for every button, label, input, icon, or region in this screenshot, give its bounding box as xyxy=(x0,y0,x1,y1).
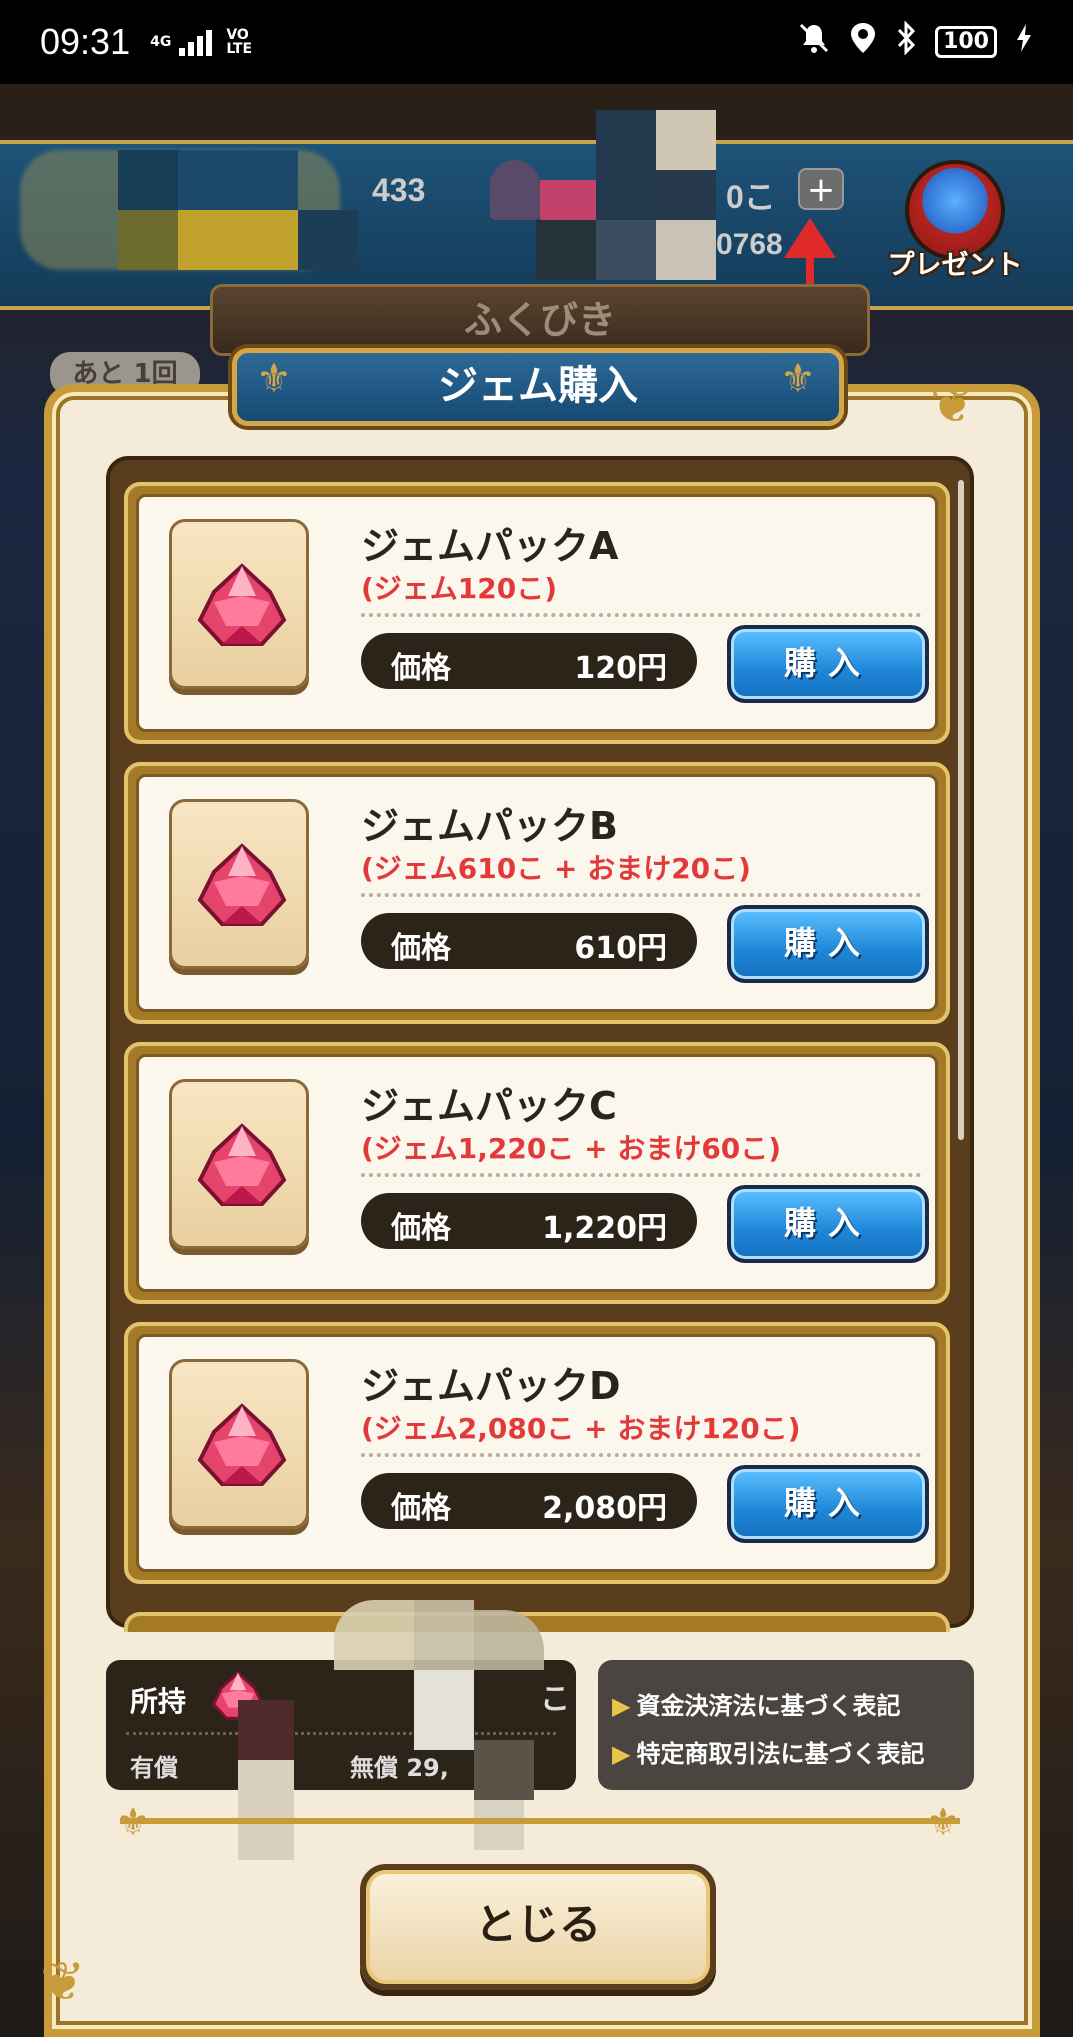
volte-indicator: VO LTE xyxy=(226,27,253,57)
payment-services-act-link[interactable]: ▶ 資金決済法に基づく表記 xyxy=(612,1686,900,1721)
signal-icon xyxy=(179,28,213,56)
mosaic-block xyxy=(656,220,716,280)
price-value: 120円 xyxy=(574,651,667,686)
network-indicator: 4G VO LTE xyxy=(150,28,252,56)
pack-contents: (ジェム120こ) xyxy=(361,572,558,605)
topbar-value-left: 433 xyxy=(372,172,426,208)
mosaic-block xyxy=(414,1600,474,1670)
list-item: ジェムパックB (ジェム610こ + おまけ20こ) 価格 610円 購入 xyxy=(124,762,950,1024)
mosaic-block xyxy=(596,220,656,280)
pack-contents: (ジェム610こ + おまけ20こ) xyxy=(361,852,751,885)
mosaic-block xyxy=(656,170,716,220)
price-display: 価格 610円 xyxy=(361,913,697,969)
gem-pack-image xyxy=(169,1359,309,1529)
dialog-title: ジェム購入 xyxy=(232,348,844,426)
ornamental-divider xyxy=(120,1818,960,1824)
status-bar: 09:31 4G VO LTE 100 xyxy=(0,0,1073,84)
gem-pack-image xyxy=(169,799,309,969)
mosaic-block xyxy=(118,210,178,270)
gem-icon xyxy=(197,563,287,646)
mute-icon xyxy=(797,21,831,64)
fleur-de-lis-icon: ⚜ xyxy=(116,1800,151,1844)
annotation-arrow-head xyxy=(784,218,836,258)
network-type: 4G xyxy=(150,34,172,50)
dotted-divider xyxy=(361,1453,921,1457)
mosaic-block xyxy=(596,110,656,220)
list-item: ジェムパックD (ジェム2,080こ + おまけ120こ) 価格 2,080円 … xyxy=(124,1322,950,1584)
scrollbar[interactable] xyxy=(958,480,964,1140)
close-button[interactable]: とじる xyxy=(360,1864,716,1990)
pack-contents: (ジェム2,080こ + おまけ120こ) xyxy=(361,1412,801,1445)
mosaic-block xyxy=(536,220,596,280)
topbar-value-right: 0こ xyxy=(726,179,776,215)
pack-name: ジェムパックA xyxy=(361,524,619,568)
price-label: 価格 xyxy=(391,651,451,686)
price-display: 価格 2,080円 xyxy=(361,1473,697,1529)
corner-ornament-icon: ❦ xyxy=(40,1950,86,2013)
location-icon xyxy=(849,21,877,64)
list-item: ジェムパックC (ジェム1,220こ + おまけ60こ) 価格 1,220円 購… xyxy=(124,1042,950,1304)
pack-name: ジェムパックD xyxy=(361,1364,621,1408)
gem-icon xyxy=(197,843,287,926)
pack-name: ジェムパックB xyxy=(361,804,618,848)
mosaic-block xyxy=(474,1740,534,1800)
price-value: 610円 xyxy=(574,931,667,966)
buy-pack-d-button[interactable]: 購入 xyxy=(727,1465,929,1543)
mosaic-block xyxy=(334,1600,414,1670)
mosaic-block xyxy=(298,210,358,270)
fleur-de-lis-icon: ⚜ xyxy=(256,356,292,402)
legal-links-panel: ▶ 資金決済法に基づく表記 ▶ 特定商取引法に基づく表記 xyxy=(598,1660,974,1790)
mosaic-block xyxy=(474,1800,524,1850)
clock: 09:31 xyxy=(40,21,131,62)
dotted-divider xyxy=(126,1732,556,1735)
price-display: 価格 120円 xyxy=(361,633,697,689)
mosaic-block xyxy=(178,210,298,270)
corner-ornament-icon: ❦ xyxy=(930,372,976,435)
pack-name: ジェムパックC xyxy=(361,1084,617,1128)
dotted-divider xyxy=(361,893,921,897)
gem-icon xyxy=(197,1123,287,1206)
mosaic-block xyxy=(178,150,298,210)
charging-icon xyxy=(1015,22,1033,62)
dotted-divider xyxy=(361,613,921,617)
mosaic-block xyxy=(540,180,596,220)
owned-unit: こ xyxy=(540,1682,570,1717)
gem-icon xyxy=(197,1403,287,1486)
add-gems-button[interactable]: + xyxy=(798,168,844,210)
gem-pack-image xyxy=(169,519,309,689)
mosaic-block xyxy=(656,110,716,170)
price-label: 価格 xyxy=(391,1491,451,1526)
buy-pack-c-button[interactable]: 購入 xyxy=(727,1185,929,1263)
paid-gems-label: 有償 xyxy=(130,1754,178,1782)
mosaic-block xyxy=(490,160,540,220)
mosaic-block xyxy=(118,150,178,210)
present-label: プレゼント xyxy=(887,250,1023,281)
fleur-de-lis-icon: ⚜ xyxy=(926,1800,961,1844)
price-value: 2,080円 xyxy=(542,1491,667,1526)
price-value: 1,220円 xyxy=(542,1211,667,1246)
dotted-divider xyxy=(361,1173,921,1177)
fleur-de-lis-icon: ⚜ xyxy=(780,356,816,402)
price-display: 価格 1,220円 xyxy=(361,1193,697,1249)
play-arrow-icon: ▶ xyxy=(612,1740,631,1768)
buy-pack-a-button[interactable]: 購入 xyxy=(727,625,929,703)
commercial-transactions-act-link[interactable]: ▶ 特定商取引法に基づく表記 xyxy=(612,1734,924,1769)
play-arrow-icon: ▶ xyxy=(612,1692,631,1720)
owned-label: 所持 xyxy=(130,1685,187,1718)
price-label: 価格 xyxy=(391,931,451,966)
pack-contents: (ジェム1,220こ + おまけ60こ) xyxy=(361,1132,782,1165)
list-item: ジェムパックA (ジェム120こ) 価格 120円 購入 xyxy=(124,482,950,744)
mosaic-block xyxy=(238,1700,294,1760)
fukubiki-banner: ふくびき xyxy=(210,284,870,356)
gem-pack-image xyxy=(169,1079,309,1249)
buy-pack-b-button[interactable]: 購入 xyxy=(727,905,929,983)
free-gems-label: 無償 29, xyxy=(350,1754,449,1782)
battery-icon: 100 xyxy=(935,26,997,58)
price-label: 価格 xyxy=(391,1211,451,1246)
present-button[interactable]: プレゼント xyxy=(880,160,1030,290)
topbar-value-second-row: 0768 xyxy=(716,228,783,261)
mosaic-block xyxy=(414,1670,474,1750)
bluetooth-icon xyxy=(895,19,917,64)
mosaic-block xyxy=(238,1760,294,1860)
